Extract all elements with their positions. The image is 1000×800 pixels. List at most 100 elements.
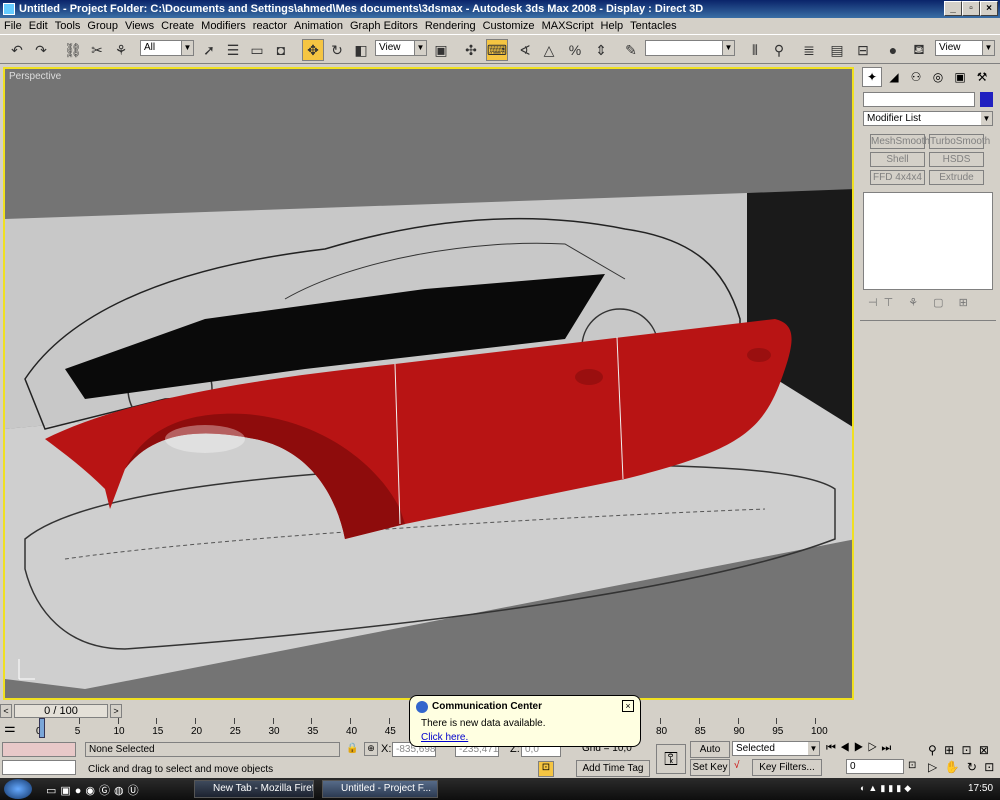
unlink-icon[interactable]: ✂ xyxy=(86,39,108,61)
spinner-snap-icon[interactable]: ⇕ xyxy=(590,39,612,61)
utilities-tab-icon[interactable]: ⚒ xyxy=(972,67,992,87)
chevron-down-icon: ▼ xyxy=(181,41,193,55)
trackbar-tick-label: 100 xyxy=(811,726,828,737)
mirror-icon[interactable]: ⫴ xyxy=(744,39,766,61)
select-object-icon[interactable]: ➚ xyxy=(198,39,220,61)
auto-key-button[interactable]: Auto Key xyxy=(690,741,730,770)
maxscript-input-mini[interactable] xyxy=(2,760,76,775)
time-config-icon[interactable]: ⊡ xyxy=(908,760,922,774)
select-and-move-icon[interactable]: ✥ xyxy=(302,39,324,61)
render-type-dropdown[interactable]: View ▼ xyxy=(935,40,995,56)
viewport-navigation-controls[interactable]: ⚲ ⊞ ⊡ ⊠ ▷ ✋ ↻ ⊡ xyxy=(928,742,998,776)
object-color-swatch[interactable] xyxy=(980,92,993,107)
slider-right-arrow-icon[interactable]: > xyxy=(110,704,122,718)
select-and-rotate-icon[interactable]: ↻ xyxy=(326,39,348,61)
undo-icon[interactable]: ↶ xyxy=(6,39,28,61)
modify-tab-icon[interactable]: ◢ xyxy=(884,67,904,87)
absolute-mode-icon[interactable]: ⊕ xyxy=(364,742,378,756)
quick-launch-icons[interactable]: ▭▣●◉Ⓖ◍Ⓤ xyxy=(46,782,186,797)
select-by-name-icon[interactable]: ☰ xyxy=(222,39,244,61)
menu-help[interactable]: Help xyxy=(601,20,629,32)
menu-rendering[interactable]: Rendering xyxy=(425,20,481,32)
material-editor-icon[interactable]: ● xyxy=(882,39,904,61)
key-tangent-icon[interactable]: √ xyxy=(734,760,748,774)
trackbar-tick-label: 85 xyxy=(694,726,706,737)
minimize-button[interactable]: _ xyxy=(944,1,962,16)
reference-coordinate-dropdown[interactable]: View ▼ xyxy=(375,40,427,56)
turbosmooth-button[interactable]: TurboSmooth xyxy=(929,134,990,149)
frame-counter[interactable]: 0 / 100 xyxy=(14,704,108,718)
select-and-manipulate-icon[interactable]: ✣ xyxy=(460,39,482,61)
perspective-viewport[interactable]: Perspective xyxy=(3,67,854,700)
named-selection-dropdown[interactable]: ▼ xyxy=(645,40,735,56)
render-scene-icon[interactable]: ⛾ xyxy=(908,39,930,61)
maxscript-listener-mini[interactable] xyxy=(2,742,76,757)
set-key-button[interactable]: Set Key xyxy=(690,759,730,776)
snap-toggle-icon[interactable]: ∢ xyxy=(514,39,536,61)
curve-editor-icon[interactable]: ▤ xyxy=(826,39,848,61)
keyboard-shortcut-override-icon[interactable]: ⌨ xyxy=(486,39,508,61)
time-marker[interactable] xyxy=(39,718,45,738)
menu-file[interactable]: File xyxy=(4,20,27,32)
close-button[interactable]: × xyxy=(980,1,998,16)
menu-modifiers[interactable]: Modifiers xyxy=(201,20,251,32)
bind-spacewarp-icon[interactable]: ⚘ xyxy=(110,39,132,61)
create-tab-icon[interactable]: ✦ xyxy=(862,67,882,87)
trackbar-tick xyxy=(311,718,313,724)
set-key-key-icon[interactable]: ⚿ xyxy=(656,744,686,774)
start-orb-icon[interactable] xyxy=(4,779,32,799)
add-time-tag-icon[interactable]: ⊡ xyxy=(538,761,554,777)
percent-snap-icon[interactable]: % xyxy=(564,39,586,61)
stack-controls[interactable]: ⊣⊤ ⚘ ▢ ⊞ xyxy=(868,296,993,312)
slider-left-arrow-icon[interactable]: < xyxy=(0,704,12,718)
menu-tools[interactable]: Tools xyxy=(55,20,86,32)
taskbar-3dsmax[interactable]: Untitled - Project F... xyxy=(322,780,438,798)
menu-animation[interactable]: Animation xyxy=(294,20,348,32)
motion-tab-icon[interactable]: ◎ xyxy=(928,67,948,87)
object-name-input[interactable] xyxy=(863,92,975,107)
hsds-button[interactable]: HSDS xyxy=(929,152,984,167)
modifier-stack-list[interactable] xyxy=(863,192,993,290)
link-icon[interactable]: ⛓ xyxy=(62,39,84,61)
menu-group[interactable]: Group xyxy=(87,20,123,32)
rectangular-selection-icon[interactable]: ▭ xyxy=(246,39,268,61)
edit-named-selection-icon[interactable]: ✎ xyxy=(620,39,642,61)
system-tray-icons[interactable]: ◐▲▮▮▮◆ xyxy=(860,783,960,795)
select-and-scale-icon[interactable]: ◧ xyxy=(350,39,372,61)
pivot-center-icon[interactable]: ▣ xyxy=(430,39,452,61)
menu-customize[interactable]: Customize xyxy=(483,20,540,32)
angle-snap-icon[interactable]: △ xyxy=(538,39,560,61)
curve-editor-mini-icon[interactable]: ⚌ xyxy=(4,720,22,736)
taskbar-firefox[interactable]: New Tab - Mozilla Firefox xyxy=(194,780,314,798)
meshsmooth-button[interactable]: MeshSmooth xyxy=(870,134,930,149)
menu-reactor[interactable]: reactor xyxy=(253,20,292,32)
key-mode-dropdown[interactable]: Selected ▼ xyxy=(732,741,820,756)
extrude-button[interactable]: Extrude xyxy=(929,170,984,185)
schematic-view-icon[interactable]: ⊟ xyxy=(852,39,874,61)
ffd-button[interactable]: FFD 4x4x4 xyxy=(870,170,925,185)
maximize-button[interactable]: ▫ xyxy=(962,1,980,16)
menu-create[interactable]: Create xyxy=(161,20,199,32)
menu-views[interactable]: Views xyxy=(125,20,159,32)
menu-edit[interactable]: Edit xyxy=(29,20,53,32)
current-frame-field[interactable]: 0 xyxy=(846,759,904,774)
hierarchy-tab-icon[interactable]: ⚇ xyxy=(906,67,926,87)
comm-center-link[interactable]: Click here. xyxy=(421,732,468,743)
display-tab-icon[interactable]: ▣ xyxy=(950,67,970,87)
align-icon[interactable]: ⚲ xyxy=(768,39,790,61)
modifier-list-dropdown[interactable]: Modifier List ▼ xyxy=(863,111,993,126)
layer-manager-icon[interactable]: ≣ xyxy=(798,39,820,61)
menu-maxscript[interactable]: MAXScript xyxy=(542,20,599,32)
redo-icon[interactable]: ↷ xyxy=(30,39,52,61)
close-icon[interactable]: × xyxy=(622,700,634,712)
menu-graph-editors[interactable]: Graph Editors xyxy=(350,20,423,32)
add-time-tag-button[interactable]: Add Time Tag xyxy=(576,760,650,777)
lock-icon[interactable]: 🔒 xyxy=(346,743,358,755)
menu-tentacles[interactable]: Tentacles xyxy=(630,20,681,32)
viewport-label[interactable]: Perspective xyxy=(9,71,61,82)
key-filters-button[interactable]: Key Filters... xyxy=(752,759,822,776)
shell-button[interactable]: Shell xyxy=(870,152,925,167)
playback-controls[interactable]: ⏮◀▶▷⏭ xyxy=(826,742,926,756)
window-crossing-icon[interactable]: ◘ xyxy=(270,39,292,61)
selection-filter-dropdown[interactable]: All ▼ xyxy=(140,40,194,56)
